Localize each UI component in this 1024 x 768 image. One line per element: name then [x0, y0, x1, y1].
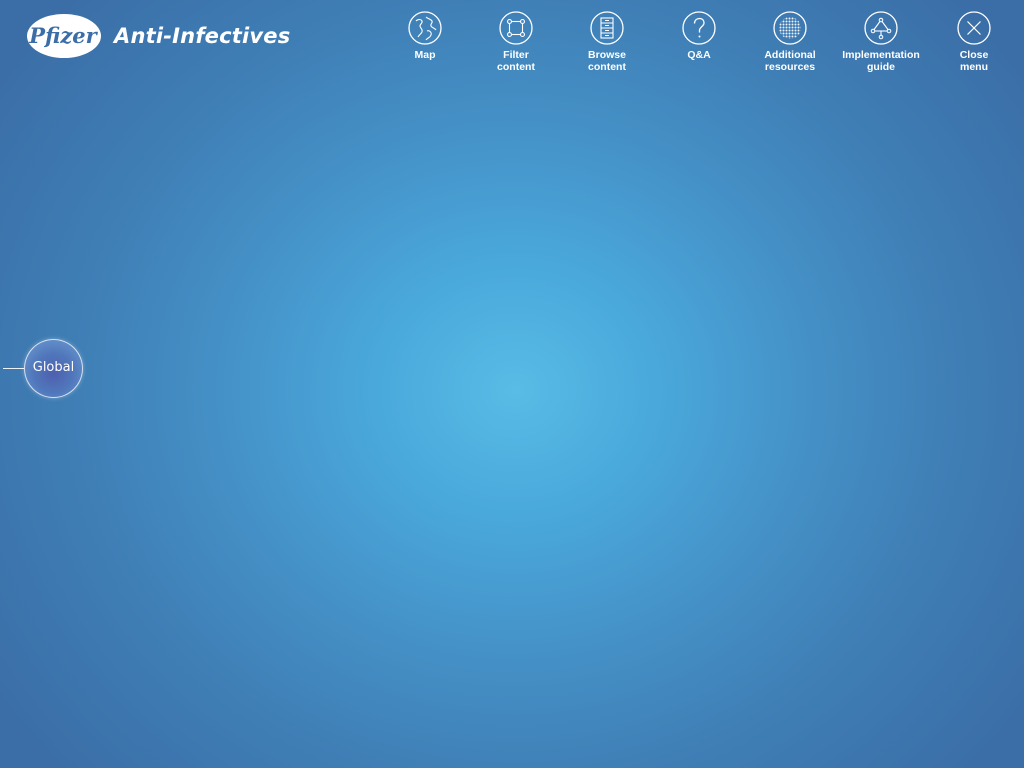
global-node[interactable]: Global [24, 339, 83, 398]
filter-content-button[interactable]: Filter content [470, 11, 562, 73]
close-menu-button[interactable]: Close menu [928, 11, 1020, 73]
pfizer-logo: Pfizer [27, 14, 101, 58]
filter-content-label: Filter content [497, 49, 535, 73]
brand-header: Pfizer Anti-Infectives [26, 13, 290, 59]
file-cabinet-icon [590, 11, 624, 45]
grid-pattern-icon [773, 11, 807, 45]
qa-label: Q&A [687, 49, 711, 61]
question-mark-icon [682, 11, 716, 45]
additional-resources-button[interactable]: Additional resources [744, 11, 836, 73]
qa-button[interactable]: Q&A [653, 11, 745, 61]
additional-resources-label: Additional resources [764, 49, 816, 73]
browse-content-button[interactable]: Browse content [561, 11, 653, 73]
network-nodes-icon [864, 11, 898, 45]
implementation-guide-label: Implementation guide [842, 49, 920, 73]
close-menu-label: Close menu [959, 49, 989, 73]
global-connector-line [3, 368, 26, 369]
app-title: Anti-Infectives [114, 24, 291, 48]
svg-text:Pfizer: Pfizer [28, 23, 98, 48]
filter-nodes-icon [499, 11, 533, 45]
map-button[interactable]: Map [379, 11, 471, 61]
implementation-guide-button[interactable]: Implementation guide [835, 11, 927, 73]
global-node-label: Global [32, 360, 75, 375]
map-label: Map [414, 49, 436, 61]
close-icon [957, 11, 991, 45]
browse-content-label: Browse content [588, 49, 626, 73]
globe-icon [408, 11, 442, 45]
